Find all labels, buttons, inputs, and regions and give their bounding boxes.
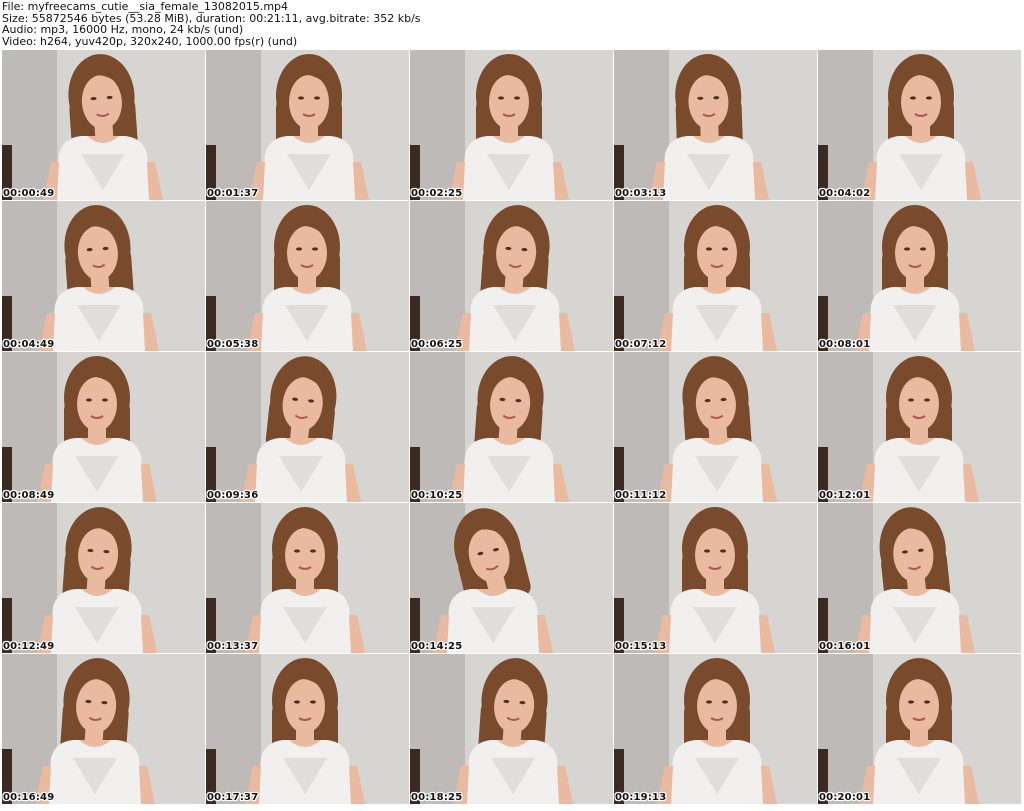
timestamp-label: 00:09:36 [207,490,259,501]
frame-image [614,503,817,653]
file-info-header: File: myfreecams_cutie__sia_female_13082… [2,0,1022,51]
video-thumbnail: 00:08:01 [818,201,1021,351]
timestamp-label: 00:16:49 [3,792,55,803]
timestamp-label: 00:04:49 [3,339,55,350]
video-thumbnail: 00:19:13 [614,654,817,804]
frame-image [2,352,205,502]
timestamp-label: 00:08:01 [819,339,871,350]
timestamp-label: 00:11:12 [615,490,667,501]
frame-image [2,201,205,351]
frame-image [410,503,613,653]
video-thumbnail: 00:11:12 [614,352,817,502]
frame-image [410,201,613,351]
video-thumbnail: 00:03:13 [614,50,817,200]
video-info-line: Video: h264, yuv420p, 320x240, 1000.00 f… [2,34,298,48]
video-thumbnail: 00:16:01 [818,503,1021,653]
timestamp-label: 00:05:38 [207,339,259,350]
frame-image [410,654,613,804]
video-thumbnail: 00:17:37 [206,654,409,804]
timestamp-label: 00:17:37 [207,792,259,803]
timestamp-label: 00:12:49 [3,641,55,652]
video-thumbnail: 00:04:02 [818,50,1021,200]
timestamp-label: 00:18:25 [411,792,463,803]
timestamp-label: 00:06:25 [411,339,463,350]
frame-image [410,352,613,502]
timestamp-label: 00:03:13 [615,188,667,199]
frame-image [2,654,205,804]
frame-image [818,503,1021,653]
video-thumbnail: 00:14:25 [410,503,613,653]
timestamp-label: 00:15:13 [615,641,667,652]
frame-image [614,201,817,351]
timestamp-label: 00:00:49 [3,188,55,199]
video-thumbnail: 00:08:49 [2,352,205,502]
video-thumbnail: 00:02:25 [410,50,613,200]
video-thumbnail: 00:13:37 [206,503,409,653]
frame-image [818,50,1021,200]
frame-image [614,654,817,804]
video-thumbnail: 00:01:37 [206,50,409,200]
video-thumbnail: 00:18:25 [410,654,613,804]
frame-image [818,352,1021,502]
frame-image [410,50,613,200]
frame-image [2,503,205,653]
timestamp-label: 00:16:01 [819,641,871,652]
timestamp-label: 00:02:25 [411,188,463,199]
video-thumbnail: 00:07:12 [614,201,817,351]
timestamp-label: 00:19:13 [615,792,667,803]
frame-image [2,50,205,200]
video-thumbnail: 00:20:01 [818,654,1021,804]
thumbnail-grid: 00:00:49 00:01:37 00:02:25 00:03:13 00:04:02… [0,50,1024,811]
frame-image [206,201,409,351]
video-thumbnail: 00:06:25 [410,201,613,351]
timestamp-label: 00:04:02 [819,188,871,199]
video-thumbnail: 00:10:25 [410,352,613,502]
video-thumbnail: 00:16:49 [2,654,205,804]
timestamp-label: 00:12:01 [819,490,871,501]
video-thumbnail: 00:12:49 [2,503,205,653]
frame-image [818,654,1021,804]
timestamp-label: 00:13:37 [207,641,259,652]
timestamp-label: 00:20:01 [819,792,871,803]
frame-image [614,50,817,200]
frame-image [206,503,409,653]
video-thumbnail: 00:12:01 [818,352,1021,502]
timestamp-label: 00:10:25 [411,490,463,501]
timestamp-label: 00:01:37 [207,188,259,199]
video-thumbnail: 00:04:49 [2,201,205,351]
timestamp-label: 00:08:49 [3,490,55,501]
frame-image [818,201,1021,351]
frame-image [206,352,409,502]
video-thumbnail: 00:05:38 [206,201,409,351]
frame-image [206,654,409,804]
timestamp-label: 00:14:25 [411,641,463,652]
video-thumbnail: 00:00:49 [2,50,205,200]
frame-image [614,352,817,502]
frame-image [206,50,409,200]
video-thumbnail: 00:15:13 [614,503,817,653]
video-thumbnail: 00:09:36 [206,352,409,502]
timestamp-label: 00:07:12 [615,339,667,350]
file-name-line: File: myfreecams_cutie__sia_female_13082… [2,0,289,13]
